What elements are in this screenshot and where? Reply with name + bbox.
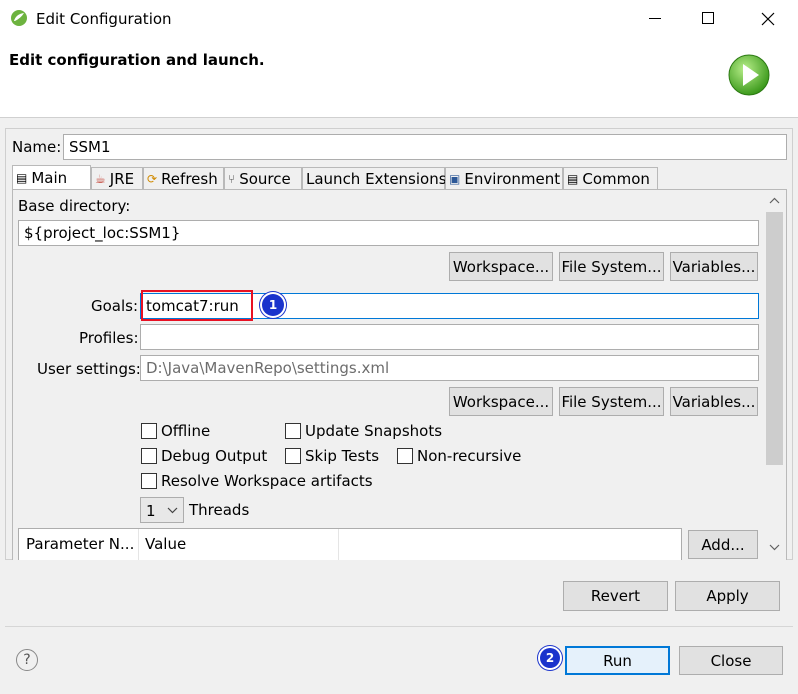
source-icon: ⑂ — [228, 171, 236, 186]
debug-output-checkbox[interactable] — [141, 448, 157, 464]
table-header-value-label: Value — [145, 535, 187, 553]
tab-launch-extensions-label: Launch Extensions — [306, 169, 447, 188]
maximize-button[interactable] — [685, 0, 731, 38]
close-button[interactable]: Close — [679, 646, 783, 675]
revert-button[interactable]: Revert — [563, 581, 668, 611]
workspace-button-1[interactable]: Workspace... — [449, 252, 553, 281]
run-launch-icon — [728, 54, 770, 96]
tab-jre[interactable]: ☕ JRE — [91, 167, 143, 189]
tab-environment-label: Environment — [464, 169, 561, 188]
scroll-down-icon[interactable] — [769, 544, 780, 551]
offline-label: Offline — [161, 422, 211, 440]
resolve-workspace-label: Resolve Workspace artifacts — [161, 472, 373, 490]
profiles-label: Profiles: — [79, 329, 139, 347]
run-button[interactable]: Run — [565, 646, 670, 675]
refresh-icon: ⟳ — [147, 171, 158, 186]
goals-step-number: 1 — [268, 298, 278, 312]
variables-button-1[interactable]: Variables... — [670, 252, 758, 281]
user-settings-field[interactable]: D:\Java\MavenRepo\settings.xml — [140, 355, 759, 381]
page-title: Edit configuration and launch. — [9, 51, 265, 69]
chevron-down-icon — [167, 507, 178, 514]
workspace-button-2[interactable]: Workspace... — [449, 387, 553, 416]
common-icon: ▤ — [567, 171, 579, 186]
jre-icon: ☕ — [95, 171, 106, 186]
tab-main[interactable]: ▤ Main — [12, 165, 91, 190]
threads-select[interactable]: 1 — [140, 497, 184, 523]
skip-tests-label: Skip Tests — [305, 447, 380, 465]
tab-environment[interactable]: ▣ Environment — [445, 167, 563, 189]
add-parameter-button[interactable]: Add... — [688, 530, 758, 559]
debug-output-label: Debug Output — [161, 447, 268, 465]
help-button[interactable]: ? — [16, 649, 38, 671]
skip-tests-checkbox[interactable] — [285, 448, 301, 464]
non-recursive-label: Non-recursive — [417, 447, 522, 465]
tab-refresh[interactable]: ⟳ Refresh — [143, 167, 224, 189]
name-field[interactable]: SSM1 — [63, 134, 787, 160]
tab-source[interactable]: ⑂ Source — [224, 167, 302, 189]
resolve-workspace-checkbox[interactable] — [141, 473, 157, 489]
spring-logo-icon — [11, 10, 27, 26]
window-title: Edit Configuration — [36, 10, 172, 28]
base-directory-label: Base directory: — [18, 197, 131, 215]
variables-button-2[interactable]: Variables... — [670, 387, 758, 416]
maximize-icon — [702, 12, 714, 24]
threads-value: 1 — [146, 502, 156, 520]
goals-step-marker: 1 — [262, 294, 284, 316]
close-icon — [761, 12, 775, 26]
tab-launch-extensions[interactable]: Launch Extensions — [302, 167, 447, 189]
filesystem-button-1[interactable]: File System... — [559, 252, 664, 281]
tab-jre-label: JRE — [109, 169, 135, 188]
table-header-parameter[interactable]: Parameter N... — [19, 529, 139, 560]
user-settings-label: User settings: — [37, 360, 141, 378]
update-snapshots-label: Update Snapshots — [305, 422, 443, 440]
apply-button[interactable]: Apply — [675, 581, 780, 611]
minimize-icon — [649, 18, 661, 19]
environment-icon: ▣ — [449, 171, 461, 186]
threads-label: Threads — [189, 501, 250, 519]
run-step-number: 2 — [545, 651, 555, 665]
tab-common-label: Common — [582, 169, 650, 188]
tab-common[interactable]: ▤ Common — [563, 167, 658, 189]
scrollbar-thumb[interactable] — [766, 212, 783, 465]
table-header-parameter-label: Parameter N... — [26, 535, 135, 553]
goals-highlight-box — [141, 290, 253, 321]
offline-checkbox[interactable] — [141, 423, 157, 439]
base-directory-field[interactable]: ${project_loc:SSM1} — [18, 220, 759, 246]
close-window-button[interactable] — [745, 0, 791, 38]
help-icon: ? — [23, 652, 31, 668]
minimize-button[interactable] — [632, 0, 678, 38]
tab-main-label: Main — [31, 169, 68, 187]
scroll-up-icon[interactable] — [769, 197, 780, 204]
table-header-value[interactable]: Value — [139, 529, 339, 560]
run-step-marker: 2 — [540, 648, 560, 668]
goals-label: Goals: — [91, 297, 139, 315]
footer-divider — [5, 626, 793, 627]
vertical-scrollbar[interactable] — [764, 190, 786, 560]
main-tab-icon: ▤ — [16, 171, 28, 185]
title-bar: Edit Configuration — [0, 0, 798, 38]
name-label: Name: — [12, 138, 62, 156]
non-recursive-checkbox[interactable] — [397, 448, 413, 464]
tab-refresh-label: Refresh — [161, 169, 218, 188]
tab-source-label: Source — [239, 169, 291, 188]
filesystem-button-2[interactable]: File System... — [559, 387, 664, 416]
update-snapshots-checkbox[interactable] — [285, 423, 301, 439]
header-banner: Edit configuration and launch. — [0, 38, 798, 118]
profiles-field[interactable] — [140, 324, 759, 350]
